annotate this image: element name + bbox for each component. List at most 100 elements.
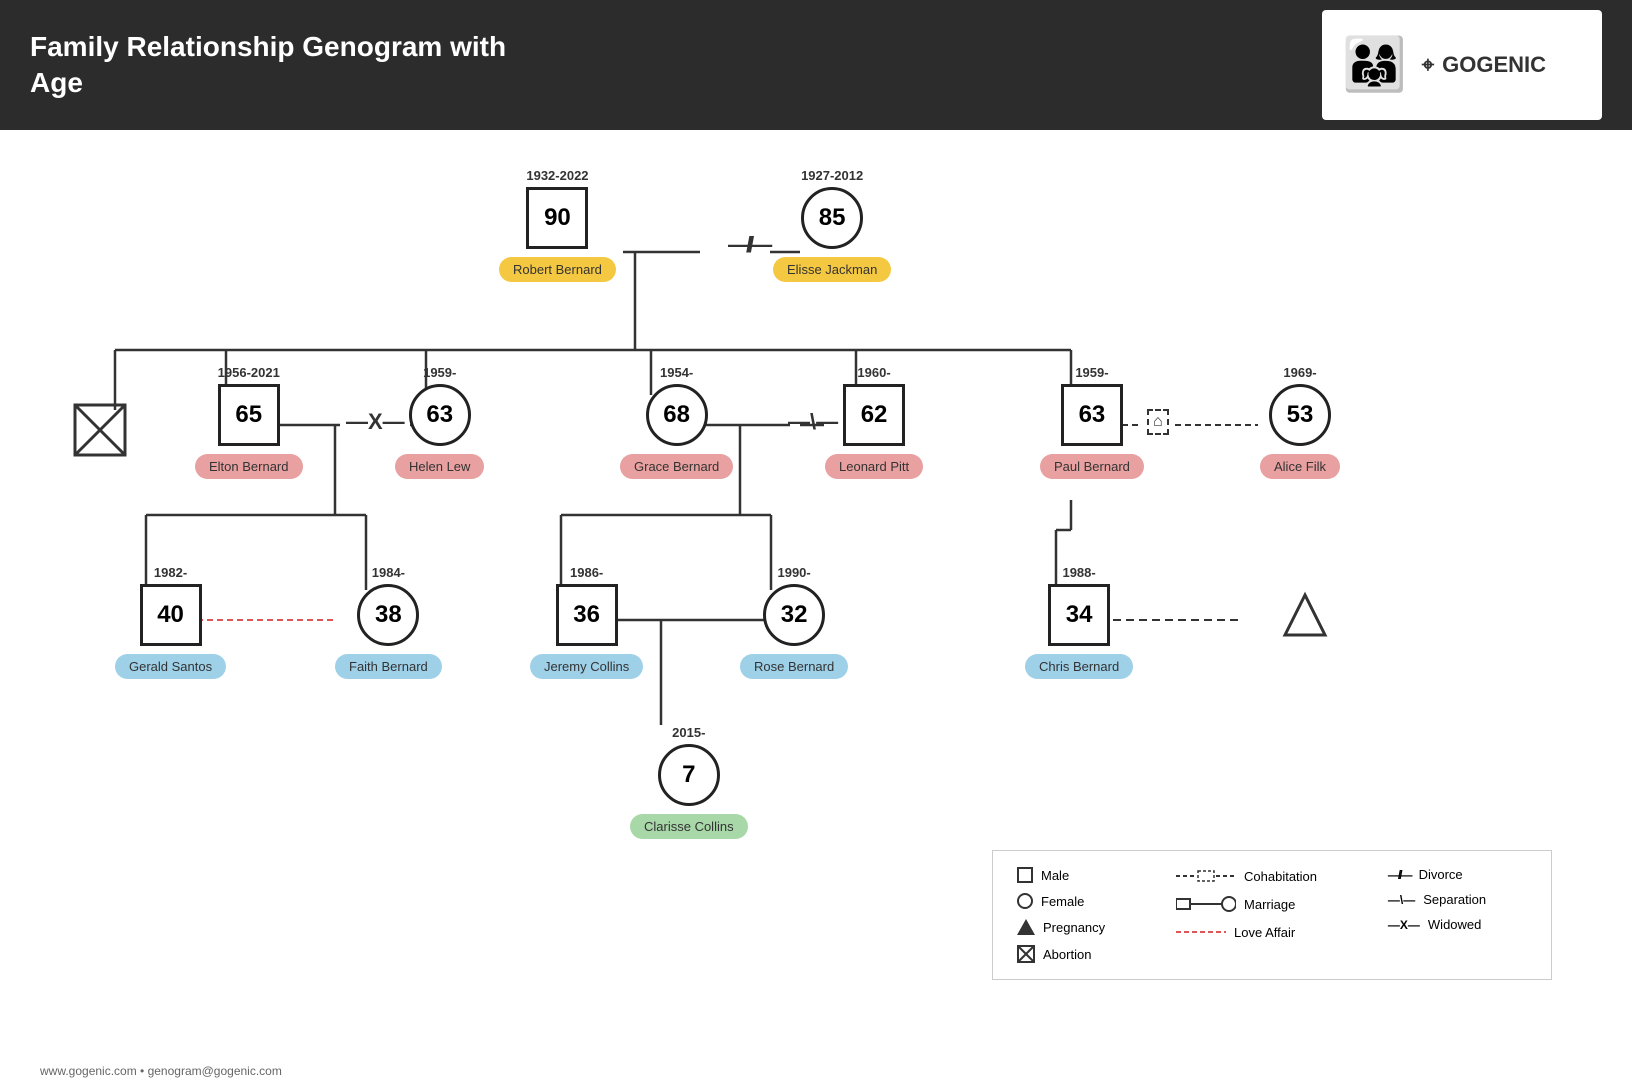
legend-separation: —\— Separation bbox=[1388, 892, 1527, 907]
legend-widowed-label: Widowed bbox=[1428, 917, 1481, 932]
jeremy-years: 1986- bbox=[570, 565, 603, 580]
robert-age: 90 bbox=[544, 204, 571, 232]
faith-years: 1984- bbox=[372, 565, 405, 580]
helen-badge: Helen Lew bbox=[395, 454, 484, 479]
legend-loveaffair-icon bbox=[1176, 923, 1226, 941]
elton-age: 65 bbox=[235, 401, 262, 429]
main-content: —//— —X— —\— ⌂ 1932-2022 90 Robert Berna… bbox=[0, 130, 1632, 1056]
gerald-age: 40 bbox=[157, 601, 184, 629]
helen-age: 63 bbox=[426, 401, 453, 429]
person-helen: 1959- 63 Helen Lew bbox=[395, 365, 484, 479]
alice-age: 53 bbox=[1287, 401, 1314, 429]
legend-abortion-icon bbox=[1017, 945, 1035, 963]
legend-marriage-icon bbox=[1176, 895, 1236, 913]
helen-years: 1959- bbox=[423, 365, 456, 380]
legend-separation-icon: —\— bbox=[1388, 893, 1415, 907]
person-rose: 1990- 32 Rose Bernard bbox=[740, 565, 848, 679]
faith-shape: 38 bbox=[357, 584, 419, 646]
divorce-symbol: —//— bbox=[728, 232, 768, 258]
robert-shape: 90 bbox=[526, 187, 588, 249]
clarisse-shape: 7 bbox=[658, 744, 720, 806]
legend: Male Female Pregnancy Abortion bbox=[992, 850, 1552, 980]
legend-loveaffair-label: Love Affair bbox=[1234, 925, 1295, 940]
jeremy-age: 36 bbox=[573, 601, 600, 629]
gerald-badge: Gerald Santos bbox=[115, 654, 226, 679]
legend-male-label: Male bbox=[1041, 868, 1069, 883]
paul-years: 1959- bbox=[1075, 365, 1108, 380]
legend-pregnancy: Pregnancy bbox=[1017, 919, 1146, 935]
family-illustration: 👨‍👩‍👧 bbox=[1342, 39, 1407, 91]
legend-female-label: Female bbox=[1041, 894, 1084, 909]
pregnancy-triangle bbox=[1280, 590, 1330, 645]
paul-badge: Paul Bernard bbox=[1040, 454, 1144, 479]
legend-separation-label: Separation bbox=[1423, 892, 1486, 907]
jeremy-badge: Jeremy Collins bbox=[530, 654, 643, 679]
clarisse-badge: Clarisse Collins bbox=[630, 814, 748, 839]
faith-badge: Faith Bernard bbox=[335, 654, 442, 679]
rose-badge: Rose Bernard bbox=[740, 654, 848, 679]
logo-symbol: ⌖ bbox=[1422, 52, 1434, 78]
cohabitation-symbol: ⌂ bbox=[1147, 409, 1169, 435]
legend-divorce-label: Divorce bbox=[1419, 867, 1463, 882]
legend-marriage: Marriage bbox=[1176, 895, 1358, 913]
leonard-age: 62 bbox=[861, 401, 888, 429]
leonard-badge: Leonard Pitt bbox=[825, 454, 923, 479]
legend-widowed-icon: —X— bbox=[1388, 918, 1420, 932]
page-title: Family Relationship Genogram with Age bbox=[30, 29, 530, 102]
robert-years: 1932-2022 bbox=[526, 168, 588, 183]
legend-divorce: —//— Divorce bbox=[1388, 867, 1527, 882]
elisse-years: 1927-2012 bbox=[801, 168, 863, 183]
person-elton: 1956-2021 65 Elton Bernard bbox=[195, 365, 303, 479]
legend-pregnancy-icon bbox=[1017, 919, 1035, 935]
legend-pregnancy-label: Pregnancy bbox=[1043, 920, 1105, 935]
legend-female-icon bbox=[1017, 893, 1033, 909]
person-alice: 1969- 53 Alice Filk bbox=[1260, 365, 1340, 479]
person-paul: 1959- 63 Paul Bernard bbox=[1040, 365, 1144, 479]
helen-shape: 63 bbox=[409, 384, 471, 446]
rose-age: 32 bbox=[781, 601, 808, 629]
gerald-shape: 40 bbox=[140, 584, 202, 646]
elisse-shape: 85 bbox=[801, 187, 863, 249]
legend-loveaffair: Love Affair bbox=[1176, 923, 1358, 941]
person-gerald: 1982- 40 Gerald Santos bbox=[115, 565, 226, 679]
chris-badge: Chris Bernard bbox=[1025, 654, 1133, 679]
legend-male-icon bbox=[1017, 867, 1033, 883]
legend-abortion-label: Abortion bbox=[1043, 947, 1091, 962]
person-faith: 1984- 38 Faith Bernard bbox=[335, 565, 442, 679]
alice-years: 1969- bbox=[1283, 365, 1316, 380]
paul-age: 63 bbox=[1079, 401, 1106, 429]
header: Family Relationship Genogram with Age 👨‍… bbox=[0, 0, 1632, 130]
chris-age: 34 bbox=[1066, 601, 1093, 629]
leonard-years: 1960- bbox=[857, 365, 890, 380]
grace-badge: Grace Bernard bbox=[620, 454, 733, 479]
person-robert: 1932-2022 90 Robert Bernard bbox=[499, 168, 616, 282]
logo-container: 👨‍👩‍👧 ⌖ GOGENIC bbox=[1322, 10, 1602, 120]
rose-shape: 32 bbox=[763, 584, 825, 646]
chris-shape: 34 bbox=[1048, 584, 1110, 646]
legend-widowed: —X— Widowed bbox=[1388, 917, 1527, 932]
alice-badge: Alice Filk bbox=[1260, 454, 1340, 479]
legend-divorce-icon: —//— bbox=[1388, 868, 1411, 882]
person-jeremy: 1986- 36 Jeremy Collins bbox=[530, 565, 643, 679]
grace-age: 68 bbox=[663, 401, 690, 429]
grace-years: 1954- bbox=[660, 365, 693, 380]
legend-cohabitation-label: Cohabitation bbox=[1244, 869, 1317, 884]
elton-shape: 65 bbox=[218, 384, 280, 446]
logo-text: ⌖ GOGENIC bbox=[1422, 52, 1546, 78]
elton-badge: Elton Bernard bbox=[195, 454, 303, 479]
elisse-age: 85 bbox=[819, 204, 846, 232]
chris-years: 1988- bbox=[1062, 565, 1095, 580]
alice-shape: 53 bbox=[1269, 384, 1331, 446]
elton-years: 1956-2021 bbox=[218, 365, 280, 380]
logo-name: GOGENIC bbox=[1442, 52, 1546, 78]
paul-shape: 63 bbox=[1061, 384, 1123, 446]
legend-male: Male bbox=[1017, 867, 1146, 883]
legend-female: Female bbox=[1017, 893, 1146, 909]
legend-cohabitation: Cohabitation bbox=[1176, 867, 1358, 885]
leonard-shape: 62 bbox=[843, 384, 905, 446]
elisse-badge: Elisse Jackman bbox=[773, 257, 891, 282]
person-clarisse: 2015- 7 Clarisse Collins bbox=[630, 725, 748, 839]
person-elisse: 1927-2012 85 Elisse Jackman bbox=[773, 168, 891, 282]
person-chris: 1988- 34 Chris Bernard bbox=[1025, 565, 1133, 679]
grace-shape: 68 bbox=[646, 384, 708, 446]
